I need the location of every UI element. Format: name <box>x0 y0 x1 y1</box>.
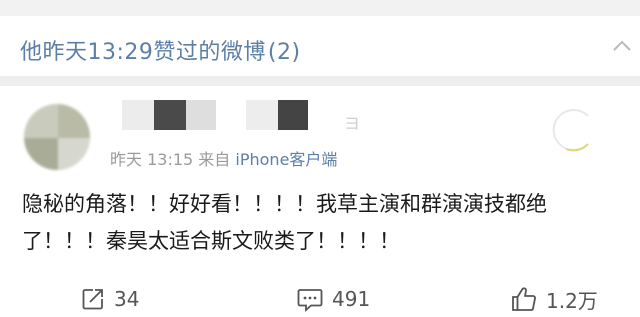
header-title[interactable]: 他昨天13:29赞过的微博(2) <box>20 34 301 66</box>
chevron-up-icon[interactable] <box>610 34 634 58</box>
like-icon <box>512 287 536 311</box>
repost-count: 34 <box>114 287 140 311</box>
weibo-post[interactable]: ヨ 昨天 13:15 来自 iPhone客户端 隐秘的角落！！好好看！！！！我草… <box>0 86 640 317</box>
top-strip <box>0 0 640 16</box>
header-count: (2) <box>267 40 301 65</box>
comment-button[interactable]: 491 <box>296 282 370 316</box>
post-meta: 昨天 13:15 来自 iPhone客户端 <box>110 146 337 170</box>
avatar[interactable] <box>24 104 90 170</box>
author-name-fragment: ヨ <box>344 114 361 133</box>
comment-icon <box>297 289 323 312</box>
post-source[interactable]: iPhone客户端 <box>235 150 337 169</box>
post-content: 隐秘的角落！！好好看！！！！我草主演和群演演技都绝 了！！！秦昊太适合斯文败类了… <box>22 186 622 260</box>
post-source-prefix: 来自 <box>198 150 231 169</box>
liked-weibo-header[interactable]: 他昨天13:29赞过的微博(2) <box>0 16 640 76</box>
follow-indicator-icon[interactable] <box>548 106 596 154</box>
post-time: 昨天 13:15 <box>110 150 194 169</box>
repost-icon <box>82 289 103 310</box>
author-name-redacted[interactable] <box>122 100 362 130</box>
section-divider <box>0 76 640 86</box>
post-actions: 34 491 1.2万 <box>0 282 640 316</box>
like-count: 1.2万 <box>546 288 598 313</box>
header-title-text: 他昨天13:29赞过的微博 <box>20 40 266 65</box>
post-content-line: 隐秘的角落！！好好看！！！！我草主演和群演演技都绝 <box>22 192 547 216</box>
like-button[interactable]: 1.2万 <box>510 282 598 316</box>
post-content-line: 了！！！秦昊太适合斯文败类了！！！！ <box>22 229 400 253</box>
comment-count: 491 <box>332 287 371 311</box>
repost-button[interactable]: 34 <box>80 282 139 316</box>
